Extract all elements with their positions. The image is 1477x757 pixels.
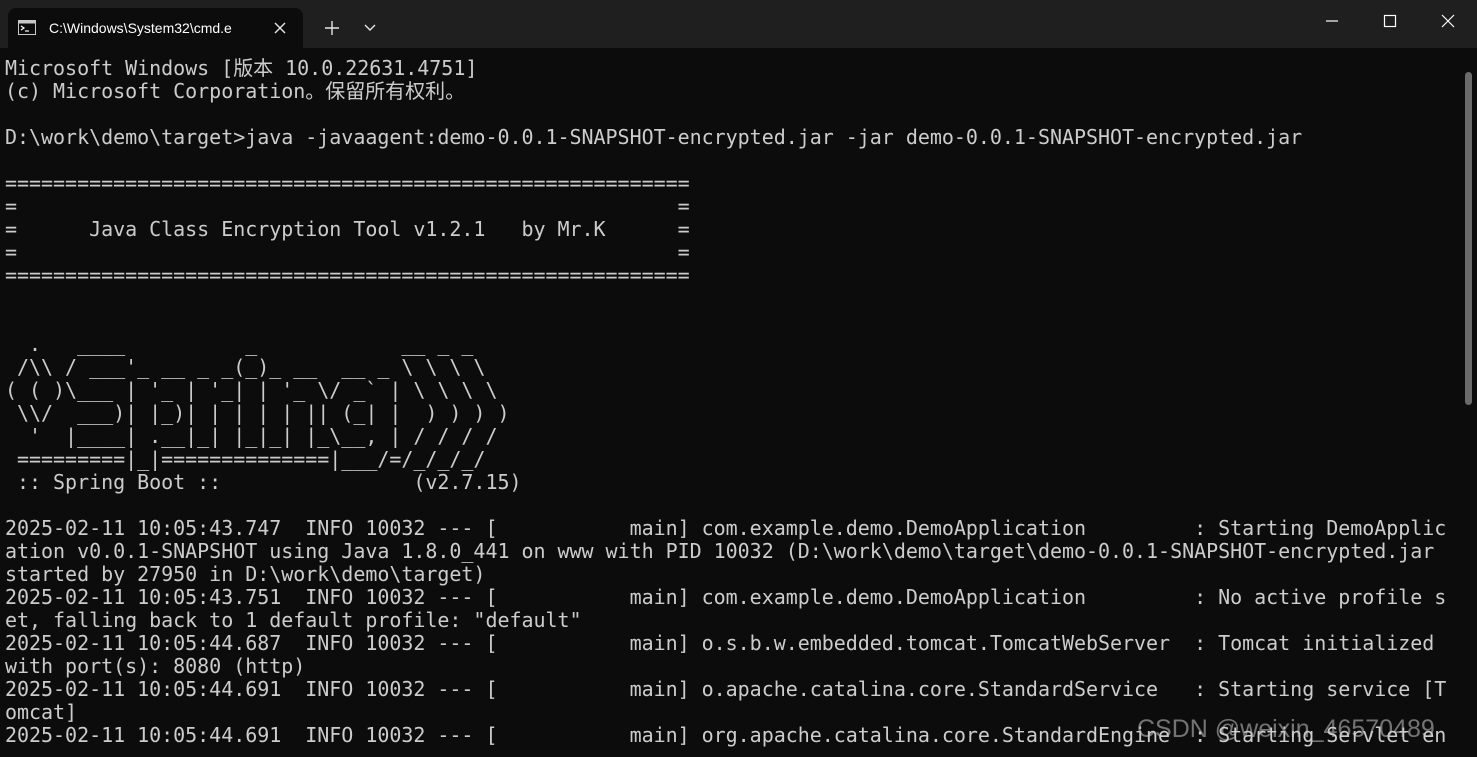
console-text: Microsoft Windows [版本 10.0.22631.4751] (… [5,57,1446,747]
tab-close-icon[interactable] [270,18,290,38]
terminal-icon [18,20,36,35]
console-line: /\\ / ___'_ __ _ _(_)_ __ __ _ \ \ \ \ [5,355,486,379]
title-bar: C:\Windows\System32\cmd.e [0,0,1477,48]
minimize-button[interactable] [1302,0,1360,44]
tab-title: C:\Windows\System32\cmd.e [49,20,232,36]
plus-icon[interactable] [320,17,344,39]
console-line: = = [5,240,690,264]
maximize-button[interactable] [1360,0,1418,44]
console-line: (c) Microsoft Corporation。保留所有权利。 [5,79,466,103]
terminal-window: C:\Windows\System32\cmd.e Microsoft Wind… [0,0,1477,757]
console-line: 2025-02-11 10:05:43.751 INFO 10032 --- [… [5,585,1447,609]
console-line: = Java Class Encryption Tool v1.2.1 by M… [5,217,690,241]
console-line: ( ( )\___ | '_ | '_| | '_ \/ _` | \ \ \ … [5,378,498,402]
console-line: 2025-02-11 10:05:44.691 INFO 10032 --- [… [5,677,1447,701]
console-line: D:\work\demo\target>java -javaagent:demo… [5,125,1303,149]
console-line: ' |____| .__|_| |_|_| |_\__, | / / / / [5,424,498,448]
console-line: 2025-02-11 10:05:43.747 INFO 10032 --- [… [5,516,1447,540]
console-line: =========|_|==============|___/=/_/_/_/ [5,447,486,471]
console-line: \\/ ___)| |_)| | | | | || (_| | ) ) ) ) [5,401,510,425]
close-button[interactable] [1418,0,1476,44]
console-line: Microsoft Windows [版本 10.0.22631.4751] [5,56,478,80]
close-icon [1441,14,1455,28]
console-output[interactable]: Microsoft Windows [版本 10.0.22631.4751] (… [0,48,1462,757]
maximize-icon [1383,14,1397,28]
console-line: ========================================… [5,171,690,195]
console-line: omcat] [5,700,78,724]
console-line: = = [5,194,690,218]
chevron-down-icon[interactable] [360,19,380,37]
watermark: CSDN @weixin_46570489 [1137,715,1435,743]
console-line: ation v0.0.1-SNAPSHOT using Java 1.8.0_4… [5,539,1435,563]
console-line: ========================================… [5,263,690,287]
tab-cmd[interactable]: C:\Windows\System32\cmd.e [8,8,303,48]
console-line: started by 27950 in D:\work\demo\target) [5,562,486,586]
console-line: :: Spring Boot :: (v2.7.15) [5,470,522,494]
console-line: . ____ _ __ _ _ [5,332,474,356]
minimize-icon [1326,20,1338,22]
console-line: 2025-02-11 10:05:44.687 INFO 10032 --- [… [5,631,1435,655]
console-line: et, falling back to 1 default profile: "… [5,608,582,632]
console-line: with port(s): 8080 (http) [5,654,306,678]
vertical-scrollbar[interactable] [1465,72,1472,405]
